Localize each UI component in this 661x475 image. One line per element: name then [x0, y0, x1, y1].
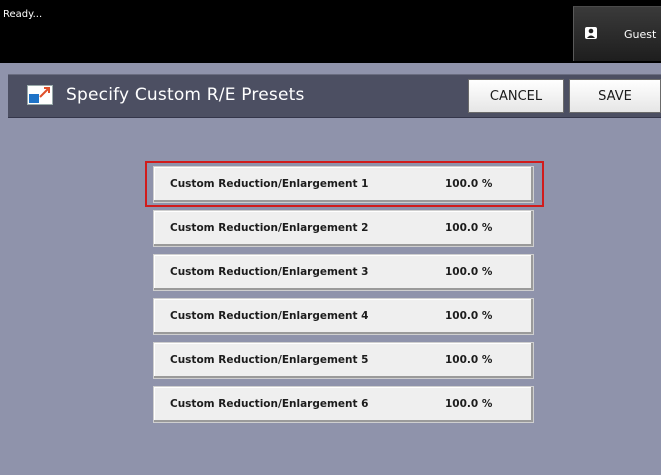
status-bar: Ready... Guest [0, 0, 661, 63]
reduce-enlarge-icon [27, 85, 53, 105]
preset-label: Custom Reduction/Enlargement 6 [170, 398, 369, 410]
save-button[interactable]: SAVE [569, 79, 661, 113]
preset-button-5[interactable]: Custom Reduction/Enlargement 5 100.0 % [153, 342, 534, 379]
cancel-button[interactable]: CANCEL [468, 79, 564, 113]
title-bar: Specify Custom R/E Presets CANCEL SAVE [8, 74, 661, 118]
preset-label: Custom Reduction/Enlargement 2 [170, 222, 369, 234]
preset-button-6[interactable]: Custom Reduction/Enlargement 6 100.0 % [153, 386, 534, 423]
user-label: Guest [624, 28, 657, 41]
preset-button-3[interactable]: Custom Reduction/Enlargement 3 100.0 % [153, 254, 534, 291]
preset-value: 100.0 % [445, 310, 493, 322]
user-button[interactable]: Guest [573, 6, 661, 61]
page-title: Specify Custom R/E Presets [66, 85, 305, 105]
preset-value: 100.0 % [445, 266, 493, 278]
user-lock-icon [585, 27, 597, 39]
preset-value: 100.0 % [445, 354, 493, 366]
preset-button-2[interactable]: Custom Reduction/Enlargement 2 100.0 % [153, 210, 534, 247]
status-text: Ready... [3, 9, 43, 20]
preset-value: 100.0 % [445, 398, 493, 410]
preset-label: Custom Reduction/Enlargement 5 [170, 354, 369, 366]
preset-value: 100.0 % [445, 222, 493, 234]
selection-highlight [145, 161, 544, 207]
preset-label: Custom Reduction/Enlargement 4 [170, 310, 369, 322]
preset-button-4[interactable]: Custom Reduction/Enlargement 4 100.0 % [153, 298, 534, 335]
preset-label: Custom Reduction/Enlargement 3 [170, 266, 369, 278]
